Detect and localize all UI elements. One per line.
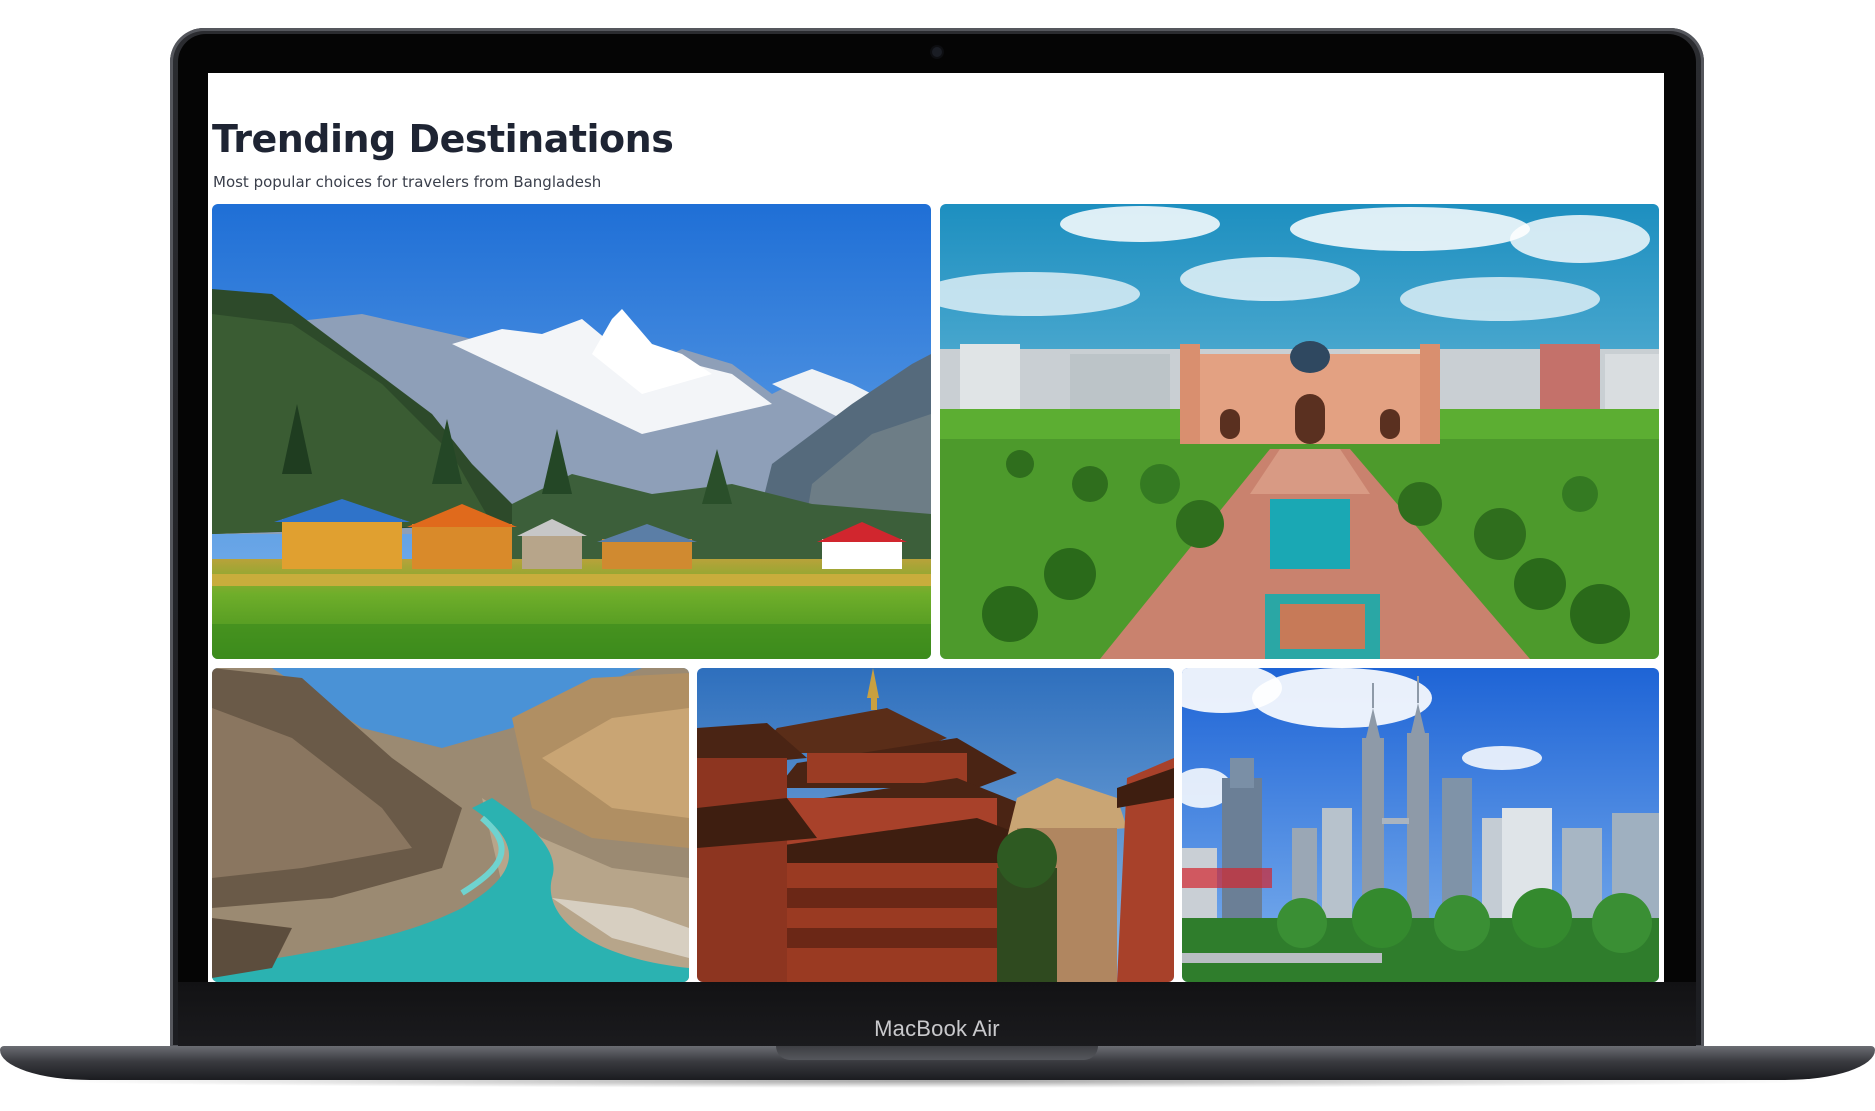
page-subtitle: Most popular choices for travelers from …: [213, 173, 602, 191]
mughal-fort-garden-image: [940, 204, 1659, 659]
destination-card-4[interactable]: [697, 668, 1174, 982]
laptop-notch: [776, 1046, 1098, 1060]
destination-card-3[interactable]: [212, 668, 689, 982]
river-confluence-mountains-image: [212, 668, 689, 982]
pagoda-temple-image: [697, 668, 1174, 982]
device-label: MacBook Air: [874, 1016, 1000, 1041]
camera-icon: [932, 47, 942, 57]
city-skyline-twin-towers-image: [1182, 668, 1659, 982]
destination-card-1[interactable]: [212, 204, 931, 659]
mountain-valley-village-image: [212, 204, 931, 659]
destination-card-2[interactable]: [940, 204, 1659, 659]
destination-card-5[interactable]: [1182, 668, 1659, 982]
page-title: Trending Destinations: [212, 117, 674, 161]
screen: Trending Destinations Most popular choic…: [208, 73, 1664, 982]
